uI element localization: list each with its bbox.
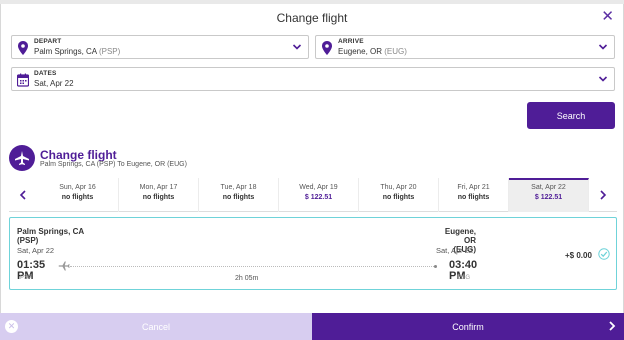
check-circle-icon (598, 248, 610, 260)
airplane-icon (58, 261, 70, 271)
depart-value: Palm Springs, CA (PSP) (34, 47, 120, 56)
location-pin-icon (322, 41, 332, 55)
search-button[interactable]: Search (527, 102, 615, 129)
destination-city-name: Eugene, OR (444, 227, 476, 245)
confirm-label: Confirm (452, 321, 484, 332)
location-pin-icon (18, 41, 28, 55)
arrival-dot (434, 265, 437, 268)
calendar-icon (17, 73, 29, 87)
date-tab-day: Tue, Apr 18 (220, 184, 257, 191)
arrive-code: (EUG) (384, 47, 407, 56)
date-tab-selected[interactable]: Sat, Apr 22 $ 122.51 (509, 178, 589, 212)
date-tab-price: $ 122.51 (534, 194, 563, 201)
date-tab-day: Thu, Apr 20 (380, 184, 417, 191)
change-flight-title: Change flight (40, 148, 117, 162)
dates-field[interactable]: DATES Sat, Apr 22 (11, 67, 615, 91)
chevron-right-icon (609, 321, 616, 331)
date-tab-day: Wed, Apr 19 (299, 184, 338, 191)
date-tab-value: no flights (61, 194, 94, 201)
origin-tag: PSP (20, 275, 33, 281)
close-icon[interactable]: ✕ (601, 9, 614, 24)
cancel-label: Cancel (141, 321, 170, 332)
flight-duration: 2h 05m (235, 275, 259, 282)
date-tab[interactable]: Sun, Apr 16 no flights (37, 178, 119, 212)
cancel-button[interactable]: ✕ Cancel (0, 313, 312, 340)
flight-option-card[interactable]: Palm Springs, CA (PSP) Sat, Apr 22 01:35… (9, 217, 617, 290)
chevron-left-icon (19, 190, 26, 200)
chevron-down-icon (598, 76, 608, 82)
airplane-icon (9, 145, 35, 171)
date-tab-price: $ 122.51 (304, 194, 333, 201)
fare-difference: +$ 0.00 (565, 251, 592, 260)
chevron-right-icon (600, 190, 607, 200)
depart-field[interactable]: DEPART Palm Springs, CA (PSP) (11, 35, 309, 59)
arrive-city: Eugene, OR (338, 47, 383, 56)
date-tab-day: Mon, Apr 17 (139, 184, 178, 191)
origin-city-name: Palm Springs, CA (17, 227, 85, 236)
confirm-button[interactable]: Confirm (312, 313, 624, 340)
date-tab-value: no flights (142, 194, 175, 201)
date-tab-value: no flights (222, 194, 255, 201)
prev-dates-button[interactable] (9, 178, 37, 212)
date-tab[interactable]: Thu, Apr 20 no flights (359, 178, 439, 212)
arrive-label: ARRIVE (338, 38, 364, 45)
origin-date: Sat, Apr 22 (17, 246, 55, 255)
depart-label: DEPART (34, 38, 62, 45)
date-tab[interactable]: Tue, Apr 18 no flights (199, 178, 279, 212)
origin-airport-code: (PSP) (17, 236, 39, 245)
arrive-field[interactable]: ARRIVE Eugene, OR (EUG) (315, 35, 615, 59)
next-dates-button[interactable] (589, 178, 617, 212)
route-subtitle: Palm Springs, CA (PSP) To Eugene, OR (EU… (40, 161, 187, 168)
chevron-down-icon (598, 44, 608, 50)
date-tab[interactable]: Wed, Apr 19 $ 122.51 (279, 178, 359, 212)
modal-footer: ✕ Cancel Confirm (0, 313, 624, 340)
close-circle-icon: ✕ (5, 320, 18, 333)
date-tab-day: Fri, Apr 21 (457, 184, 490, 191)
date-tab-day: Sun, Apr 16 (59, 184, 96, 191)
change-flight-modal: Change flight ✕ DEPART Palm Springs, CA … (0, 4, 624, 340)
depart-code: (PSP) (98, 47, 121, 56)
arrive-value: Eugene, OR (EUG) (338, 47, 407, 56)
depart-city: Palm Springs, CA (34, 47, 97, 56)
origin-city: Palm Springs, CA (PSP) (17, 227, 137, 245)
date-tab-value: no flights (457, 194, 490, 201)
date-selector: Sun, Apr 16 no flights Mon, Apr 17 no fl… (9, 178, 617, 212)
dates-label: DATES (34, 70, 57, 77)
flight-path-line (70, 266, 434, 267)
date-tab[interactable]: Fri, Apr 21 no flights (439, 178, 509, 212)
date-tab-value: no flights (382, 194, 415, 201)
date-tab-day: Sat, Apr 22 (531, 184, 566, 191)
chevron-down-icon (292, 44, 302, 50)
destination-tag: EUG (457, 275, 471, 281)
date-tab[interactable]: Mon, Apr 17 no flights (119, 178, 199, 212)
modal-title: Change flight (276, 11, 348, 25)
dates-value: Sat, Apr 22 (34, 79, 74, 88)
destination-date: Sat, Apr 22 (436, 246, 474, 255)
